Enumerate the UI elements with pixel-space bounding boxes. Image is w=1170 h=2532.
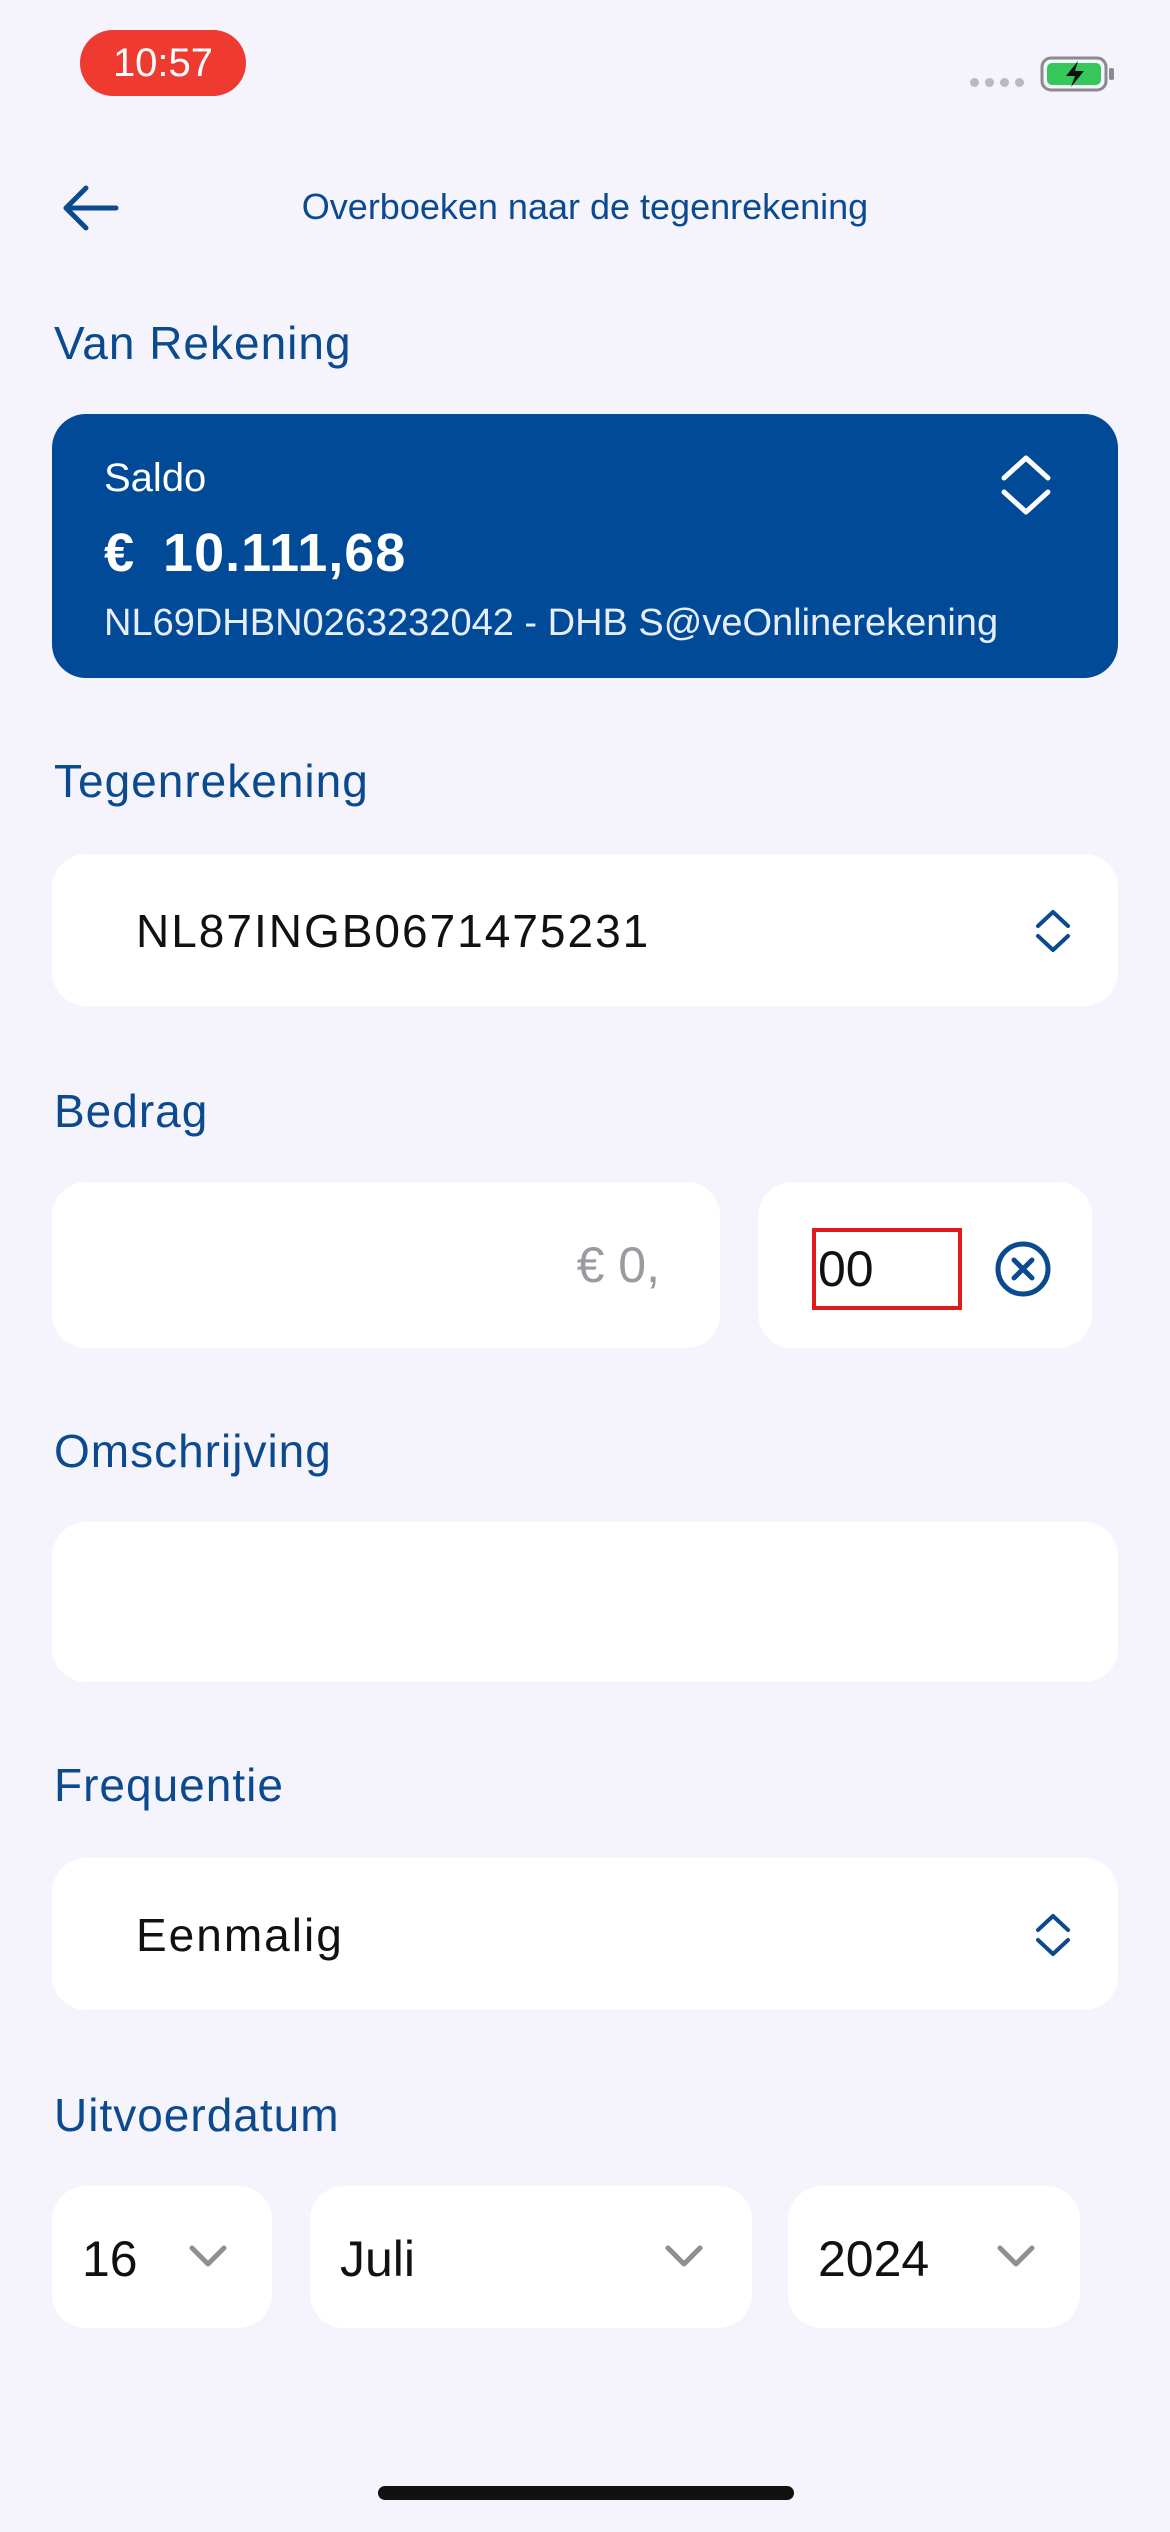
chevron-up-down-icon xyxy=(1036,1914,1070,1956)
transfer-screen: 10:57 Overboeken naar de tegenrekening V… xyxy=(0,0,1170,2532)
counter-account-select[interactable]: NL87INGB0671475231 xyxy=(52,854,1118,1006)
frequency-select[interactable]: Eenmalig xyxy=(52,1858,1118,2010)
description-input[interactable] xyxy=(52,1522,1118,1682)
frequency-label: Frequentie xyxy=(54,1759,284,1811)
date-day-select[interactable]: 16 xyxy=(52,2186,272,2328)
amount-label: Bedrag xyxy=(54,1085,209,1137)
status-time: 10:57 xyxy=(80,30,246,96)
chevron-down-icon xyxy=(665,2245,703,2267)
home-indicator[interactable] xyxy=(378,2486,794,2500)
chevron-up-down-icon[interactable] xyxy=(996,450,1056,520)
from-account-iban: NL69DHBN0263232042 - DHB S@veOnlinereken… xyxy=(104,602,999,644)
signal-icon xyxy=(970,78,1024,87)
execution-date-label: Uitvoerdatum xyxy=(54,2089,340,2141)
page-title: Overboeken naar de tegenrekening xyxy=(301,186,869,227)
date-year-value: 2024 xyxy=(818,2231,930,2287)
back-arrow-icon[interactable] xyxy=(56,180,126,236)
date-day-value: 16 xyxy=(82,2231,138,2287)
battery-charging-icon xyxy=(1040,56,1114,92)
from-account-card[interactable]: Saldo €10.111,68 NL69DHBN0263232042 - DH… xyxy=(52,414,1118,678)
date-year-select[interactable]: 2024 xyxy=(788,2186,1080,2328)
saldo-value: 10.111,68 xyxy=(163,523,407,583)
chevron-down-icon xyxy=(997,2245,1035,2267)
amount-euros-placeholder: € 0, xyxy=(576,1237,660,1293)
currency-symbol: € xyxy=(104,523,136,583)
amount-euros-input[interactable]: € 0, xyxy=(52,1182,720,1348)
frequency-value: Eenmalig xyxy=(136,1909,344,1961)
saldo-amount: €10.111,68 xyxy=(104,522,406,584)
counter-account-label: Tegenrekening xyxy=(54,755,369,807)
chevron-down-icon xyxy=(189,2245,227,2267)
saldo-label: Saldo xyxy=(104,456,207,500)
from-account-label: Van Rekening xyxy=(54,317,352,369)
amount-cents-field: 00 xyxy=(758,1182,1092,1348)
chevron-up-down-icon xyxy=(1036,910,1070,952)
date-month-value: Juli xyxy=(340,2231,416,2287)
close-circle-icon[interactable] xyxy=(994,1240,1052,1298)
counter-account-value: NL87INGB0671475231 xyxy=(136,905,651,957)
amount-cents-input[interactable]: 00 xyxy=(812,1228,962,1310)
date-month-select[interactable]: Juli xyxy=(310,2186,752,2328)
description-label: Omschrijving xyxy=(54,1425,332,1477)
